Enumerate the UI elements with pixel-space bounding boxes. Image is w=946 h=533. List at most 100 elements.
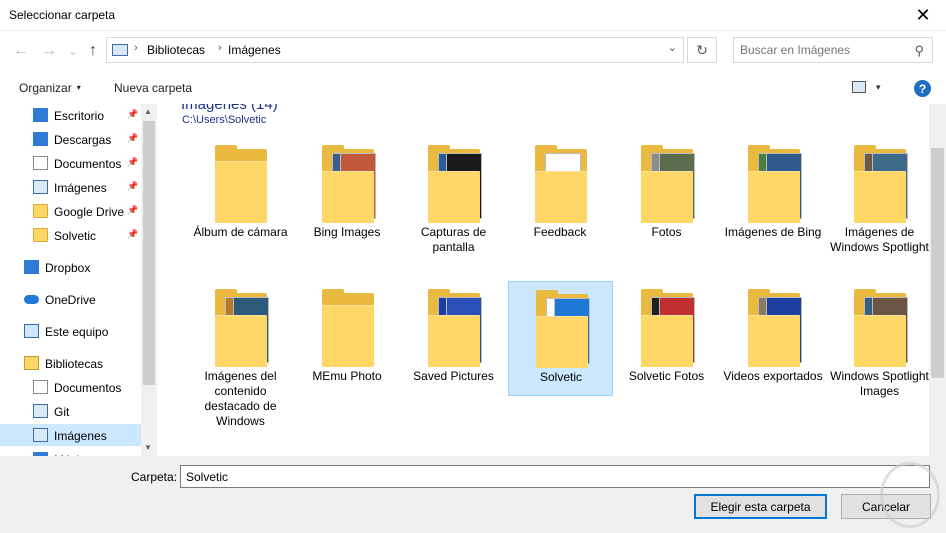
desktop-icon (33, 108, 48, 122)
back-arrow-icon[interactable]: ← (12, 41, 30, 61)
folder-label: Imágenes de Bing (724, 225, 822, 239)
file-list-view: Imágenes (14) C:\Users\Solvetic Álbum de… (157, 104, 929, 456)
scroll-down-icon[interactable]: ▼ (144, 443, 152, 452)
forward-arrow-icon[interactable]: → (40, 41, 58, 61)
caret-down-icon: ▾ (76, 83, 81, 92)
folder-label: Saved Pictures (413, 369, 494, 383)
folder-tab (747, 289, 770, 297)
breadcrumb-bibliotecas[interactable]: Bibliotecas (147, 43, 205, 57)
breadcrumb-separator: › (134, 42, 138, 54)
folder-tile[interactable]: Saved Pictures (401, 281, 506, 396)
sidebar-item[interactable]: Bibliotecas (0, 352, 141, 374)
group-path: C:\Users\Solvetic (182, 114, 267, 126)
up-arrow-icon[interactable]: ↑ (84, 41, 102, 61)
search-input[interactable] (740, 43, 900, 57)
sidebar-item-label: Descargas (54, 133, 112, 147)
folder-front (428, 171, 480, 223)
folder-label: Imágenes de Windows Spotlight (830, 225, 929, 254)
command-toolbar: Organizar ▾ Nueva carpeta ▾ ? (0, 71, 946, 104)
refresh-icon[interactable]: ↻ (687, 37, 717, 63)
folder-tab (641, 289, 663, 297)
recent-locations-icon[interactable]: ⌄ (64, 41, 82, 61)
address-bar[interactable]: › Bibliotecas › Imágenes ⌄ (106, 37, 684, 63)
sidebar-item[interactable]: Git (0, 400, 141, 422)
dialog-footer: Carpeta: Elegir esta carpeta Cancelar (0, 456, 946, 533)
search-box[interactable]: ⚲ (733, 37, 933, 63)
sidebar-item-label: Google Drive (54, 205, 125, 219)
folder-tab (747, 145, 770, 153)
close-icon[interactable]: ✕ (900, 0, 946, 31)
documents-icon (33, 156, 48, 170)
help-icon[interactable]: ? (914, 80, 931, 97)
sidebar-item[interactable]: Este equipo (0, 320, 141, 342)
folder-tile[interactable]: Imágenes del contenido destacado de Wind… (188, 281, 293, 428)
sidebar-item[interactable]: Solvetic 📌 (0, 224, 141, 246)
folder-icon (747, 145, 802, 225)
sidebar-item[interactable]: Imágenes (0, 424, 141, 446)
folder-tile[interactable]: Álbum de cámara (188, 137, 293, 252)
sidebar-item-label: Bibliotecas (45, 357, 104, 371)
breadcrumb-separator: › (218, 42, 222, 54)
folder-tile[interactable]: Imágenes de Windows Spotlight (827, 137, 929, 254)
folder-tile[interactable]: MEmu Photo (295, 281, 400, 396)
search-icon[interactable]: ⚲ (914, 43, 924, 59)
sidebar-item[interactable]: Documentos (0, 376, 141, 398)
folder-tile[interactable]: Imágenes de Bing (721, 137, 826, 252)
watermark-logo (880, 462, 940, 528)
scrollbar-thumb[interactable] (931, 148, 944, 378)
sidebar-item-label: OneDrive (45, 293, 96, 307)
view-options-icon[interactable] (852, 81, 866, 93)
pictures-icon (33, 428, 48, 442)
folder-tile[interactable]: Videos exportados (721, 281, 826, 396)
sidebar-item[interactable]: OneDrive (0, 288, 141, 310)
folder-front (428, 315, 480, 367)
folder-tab (535, 290, 558, 298)
pictures-icon (33, 180, 48, 194)
content-scrollbar[interactable] (929, 104, 946, 456)
sidebar-item-label: Documentos (54, 381, 122, 395)
organize-label: Organizar (19, 81, 72, 95)
folder-label: MEmu Photo (312, 369, 382, 383)
scrollbar-thumb[interactable] (143, 121, 155, 385)
sidebar-item[interactable]: Descargas 📌 (0, 128, 141, 150)
breadcrumb-imagenes[interactable]: Imágenes (228, 43, 281, 57)
folder-front (534, 171, 587, 223)
folder-tile[interactable]: Solvetic (507, 281, 613, 396)
organize-button[interactable]: Organizar ▾ (19, 81, 81, 95)
sidebar-item[interactable]: Dropbox (0, 256, 141, 278)
sidebar-item[interactable]: Imágenes 📌 (0, 176, 141, 198)
folder-icon (535, 290, 590, 370)
folder-tile[interactable]: Feedback (508, 137, 613, 252)
folder-icon (534, 145, 587, 225)
sidebar-item[interactable]: Escritorio 📌 (0, 104, 141, 126)
folder-tile[interactable]: Windows Spotlight Images (827, 281, 929, 398)
folder-icon (215, 145, 267, 225)
folder-tile[interactable]: Fotos (614, 137, 719, 252)
folder-tab (428, 289, 450, 297)
folder-tab (854, 145, 876, 153)
choose-folder-button[interactable]: Elegir esta carpeta (694, 494, 827, 519)
folder-label: Solvetic Fotos (628, 369, 705, 383)
folder-tile[interactable]: Solvetic Fotos (614, 281, 719, 396)
sidebar-scrollbar[interactable]: ▲ ▼ (141, 104, 157, 456)
folder-label: Feedback (533, 225, 587, 239)
scroll-up-icon[interactable]: ▲ (144, 107, 152, 116)
chevron-down-icon[interactable]: ⌄ (668, 41, 677, 54)
folder-tile[interactable]: Bing Images (295, 137, 400, 252)
folder-front (854, 315, 906, 367)
folder-tile[interactable]: Capturas de pantalla (401, 137, 506, 254)
folder-label: Álbum de cámara (193, 225, 288, 239)
folder-name-input[interactable] (180, 465, 930, 488)
sidebar-item-label: Imágenes (54, 181, 107, 195)
sidebar-item[interactable]: Google Drive 📌 (0, 200, 141, 222)
onedrive-icon (24, 295, 39, 304)
sidebar-item[interactable]: Música (0, 448, 141, 456)
sidebar-item[interactable]: Documentos 📌 (0, 152, 141, 174)
group-header[interactable]: Imágenes (14) (181, 104, 278, 113)
folder-front (854, 171, 906, 223)
new-folder-button[interactable]: Nueva carpeta (114, 81, 192, 95)
dropbox-icon (24, 260, 39, 274)
folder-icon (321, 289, 374, 369)
sidebar-item-label: Dropbox (45, 261, 91, 275)
caret-down-icon[interactable]: ▾ (876, 82, 881, 93)
